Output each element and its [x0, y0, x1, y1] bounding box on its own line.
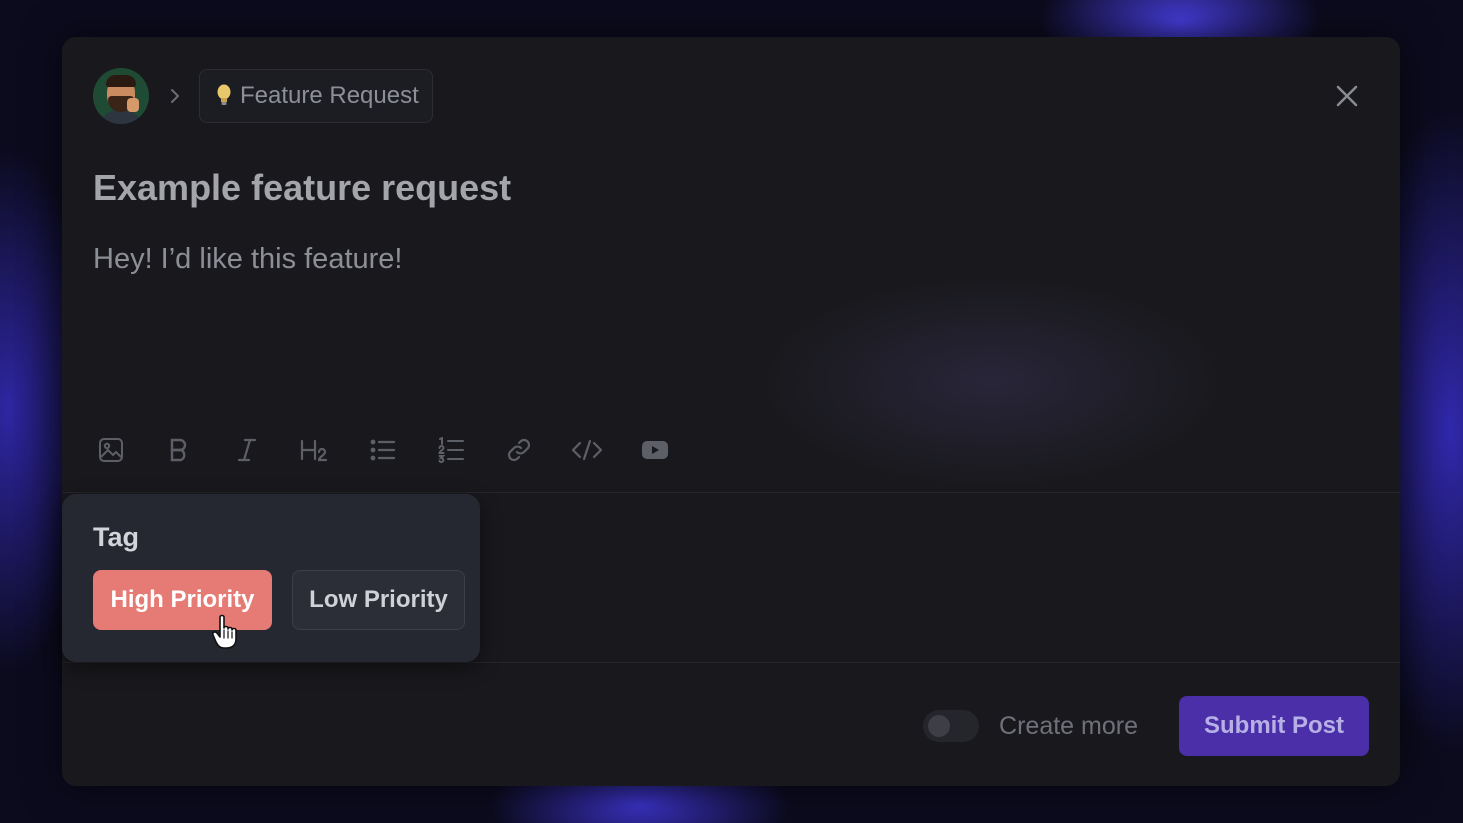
avatar[interactable]: [93, 68, 149, 124]
bulleted-list-icon[interactable]: [365, 432, 401, 468]
create-more-label: Create more: [999, 711, 1138, 740]
new-post-modal: Feature Request Example feature request …: [62, 37, 1400, 786]
avatar-body: [101, 110, 141, 124]
create-more-toggle[interactable]: [923, 710, 980, 742]
chevron-right-icon: [169, 87, 181, 105]
close-icon[interactable]: [1334, 83, 1360, 109]
link-icon[interactable]: [501, 432, 537, 468]
hand-pointer-cursor-icon: [211, 614, 241, 655]
tag-popover: Tag High Priority Low Priority: [62, 494, 480, 662]
avatar-hair: [106, 75, 136, 87]
code-icon[interactable]: [569, 432, 605, 468]
numbered-list-icon[interactable]: [433, 432, 469, 468]
italic-icon[interactable]: [229, 432, 265, 468]
category-label: Feature Request: [240, 82, 419, 109]
avatar-thumb: [127, 98, 139, 112]
background-glow: [762, 277, 1222, 487]
modal-footer: Create more Submit Post: [923, 696, 1369, 756]
category-selector[interactable]: Feature Request: [199, 69, 433, 123]
tag-option-low-priority[interactable]: Low Priority: [292, 570, 465, 630]
editor-divider: [62, 492, 1400, 493]
tag-popover-title: Tag: [93, 522, 139, 552]
submit-post-button[interactable]: Submit Post: [1179, 696, 1369, 756]
toggle-knob: [928, 715, 951, 737]
footer-divider: [62, 662, 1400, 663]
youtube-embed-icon[interactable]: [637, 432, 673, 468]
lightbulb-icon: [216, 84, 232, 108]
formatting-toolbar: [93, 432, 705, 468]
post-title[interactable]: Example feature request: [93, 167, 511, 209]
modal-header: Feature Request: [93, 68, 433, 124]
bold-icon[interactable]: [161, 432, 197, 468]
heading-2-icon[interactable]: [297, 432, 333, 468]
post-body[interactable]: Hey! I’d like this feature!: [93, 243, 402, 276]
tag-option-high-priority[interactable]: High Priority: [93, 570, 272, 630]
image-icon[interactable]: [93, 432, 129, 468]
